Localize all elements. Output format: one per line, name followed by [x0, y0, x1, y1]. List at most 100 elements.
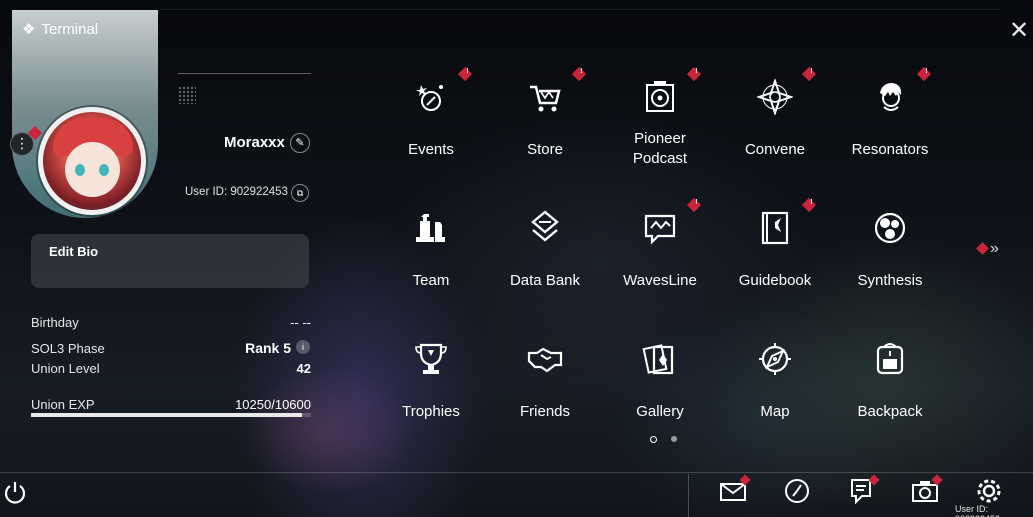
terminal-title: ❖ Terminal	[22, 20, 99, 39]
menu-label-team: Team	[412, 272, 450, 289]
menu-label-convene: Convene	[744, 141, 806, 158]
backpack-icon	[870, 339, 910, 379]
copy-id-icon[interactable]: ⧉	[291, 184, 309, 202]
menu-label-trophies: Trophies	[402, 403, 460, 420]
menu-item-data-bank[interactable]: Data Bank	[490, 196, 600, 316]
menu-item-guidebook[interactable]: Guidebook	[720, 196, 830, 316]
birthday-value: -- --	[290, 315, 311, 330]
page-dot-current[interactable]	[650, 436, 657, 443]
notification-badge	[801, 197, 817, 213]
union-exp-label: Union EXP	[31, 397, 95, 412]
terminal-title-text: Terminal	[41, 20, 99, 38]
edit-name-button[interactable]: ✎	[290, 133, 310, 153]
menu-label-pioneer-podcast: Pioneer Podcast	[632, 130, 688, 167]
union-exp-bar	[31, 413, 311, 417]
menu-item-convene[interactable]: Convene	[720, 65, 830, 185]
notification-badge	[571, 66, 587, 82]
settings-button[interactable]	[975, 478, 1005, 506]
double-chevron-right-icon: »	[990, 240, 999, 257]
username: Moraxxx	[224, 134, 285, 151]
guidebook-icon	[755, 208, 795, 248]
camera-button[interactable]	[911, 474, 943, 506]
terminal-icon: ❖	[22, 21, 36, 38]
user-id: User ID: 902922453	[185, 186, 288, 198]
menu-label-resonators: Resonators	[851, 141, 929, 158]
notification-badge	[686, 66, 702, 82]
edit-bio-label: Edit Bio	[49, 244, 99, 259]
more-options-button[interactable]: ⋮	[10, 132, 34, 156]
gear-icon	[977, 479, 1001, 503]
union-exp-fill	[31, 413, 302, 417]
union-exp-value: 10250/10600	[235, 397, 311, 412]
birthday-row: Birthday -- --	[31, 315, 311, 330]
bottom-bar-separator	[688, 474, 689, 517]
union-level-value: 42	[296, 361, 311, 376]
info-icon[interactable]: i	[296, 340, 310, 354]
footer-user-id: User ID: 902922453	[955, 504, 1000, 517]
edit-bio-button[interactable]: Edit Bio	[31, 234, 309, 288]
team-chess-icon	[411, 208, 451, 248]
bottom-bar-divider	[0, 472, 1033, 473]
handshake-icon	[525, 339, 565, 379]
union-exp-row: Union EXP 10250/10600	[31, 397, 311, 412]
clock-icon	[785, 479, 809, 503]
menu-label-data-bank: Data Bank	[509, 272, 581, 289]
menu-label-friends: Friends	[519, 403, 571, 420]
menu-label-map: Map	[760, 403, 790, 420]
menu-item-gallery[interactable]: Gallery	[605, 327, 715, 447]
notes-button[interactable]	[848, 474, 880, 506]
menu-item-wavesline[interactable]: WavesLine	[605, 196, 715, 316]
menu-label-store: Store	[527, 141, 563, 158]
menu-label-backpack: Backpack	[857, 403, 923, 420]
decorative-dot-grid	[178, 86, 196, 104]
notification-badge	[916, 66, 932, 82]
resonators-icon	[870, 77, 910, 117]
menu-item-resonators[interactable]: Resonators	[835, 65, 945, 185]
page-dot[interactable]	[671, 436, 677, 442]
menu-item-events[interactable]: Events	[376, 65, 486, 185]
data-bank-icon	[525, 208, 565, 248]
union-level-row: Union Level 42	[31, 361, 311, 376]
notification-badge	[457, 66, 473, 82]
notification-badge	[801, 66, 817, 82]
page-indicator	[650, 436, 677, 443]
convene-icon	[755, 77, 795, 117]
menu-item-map[interactable]: Map	[720, 327, 830, 447]
menu-item-trophies[interactable]: Trophies	[376, 327, 486, 447]
podcast-icon	[640, 77, 680, 117]
next-page-button[interactable]: »	[976, 240, 999, 258]
close-button[interactable]: ✕	[1006, 18, 1032, 44]
wavesline-icon	[640, 208, 680, 248]
menu-item-synthesis[interactable]: Synthesis	[835, 196, 945, 316]
top-divider	[160, 9, 1000, 10]
menu-item-team[interactable]: Team	[376, 196, 486, 316]
events-icon	[411, 77, 451, 117]
menu-label-synthesis: Synthesis	[857, 272, 923, 289]
trophy-icon	[411, 339, 451, 379]
sol3-phase-value: Rank 5	[245, 340, 291, 356]
menu-item-pioneer-podcast[interactable]: Pioneer Podcast	[605, 65, 715, 185]
union-level-label: Union Level	[31, 361, 100, 376]
gallery-cards-icon	[640, 339, 680, 379]
menu-label-events: Events	[408, 141, 454, 158]
menu-item-backpack[interactable]: Backpack	[835, 327, 945, 447]
sol3-phase-label: SOL3 Phase	[31, 341, 105, 356]
menu-label-guidebook: Guidebook	[738, 272, 812, 289]
synthesis-icon	[870, 208, 910, 248]
notification-badge	[686, 197, 702, 213]
activity-button[interactable]	[783, 478, 813, 506]
menu-label-wavesline: WavesLine	[623, 272, 697, 289]
name-divider	[178, 73, 311, 74]
power-icon[interactable]	[2, 480, 28, 506]
next-page-badge	[976, 242, 989, 255]
menu-label-gallery: Gallery	[636, 403, 684, 420]
avatar[interactable]	[38, 107, 146, 215]
mail-button[interactable]	[719, 474, 751, 506]
map-compass-icon	[755, 339, 795, 379]
store-cart-icon	[525, 77, 565, 117]
menu-item-friends[interactable]: Friends	[490, 327, 600, 447]
menu-item-store[interactable]: Store	[490, 65, 600, 185]
birthday-label: Birthday	[31, 315, 79, 330]
profile-card	[12, 10, 158, 218]
sol3-phase-row: SOL3 Phase Rank 5	[31, 340, 311, 356]
